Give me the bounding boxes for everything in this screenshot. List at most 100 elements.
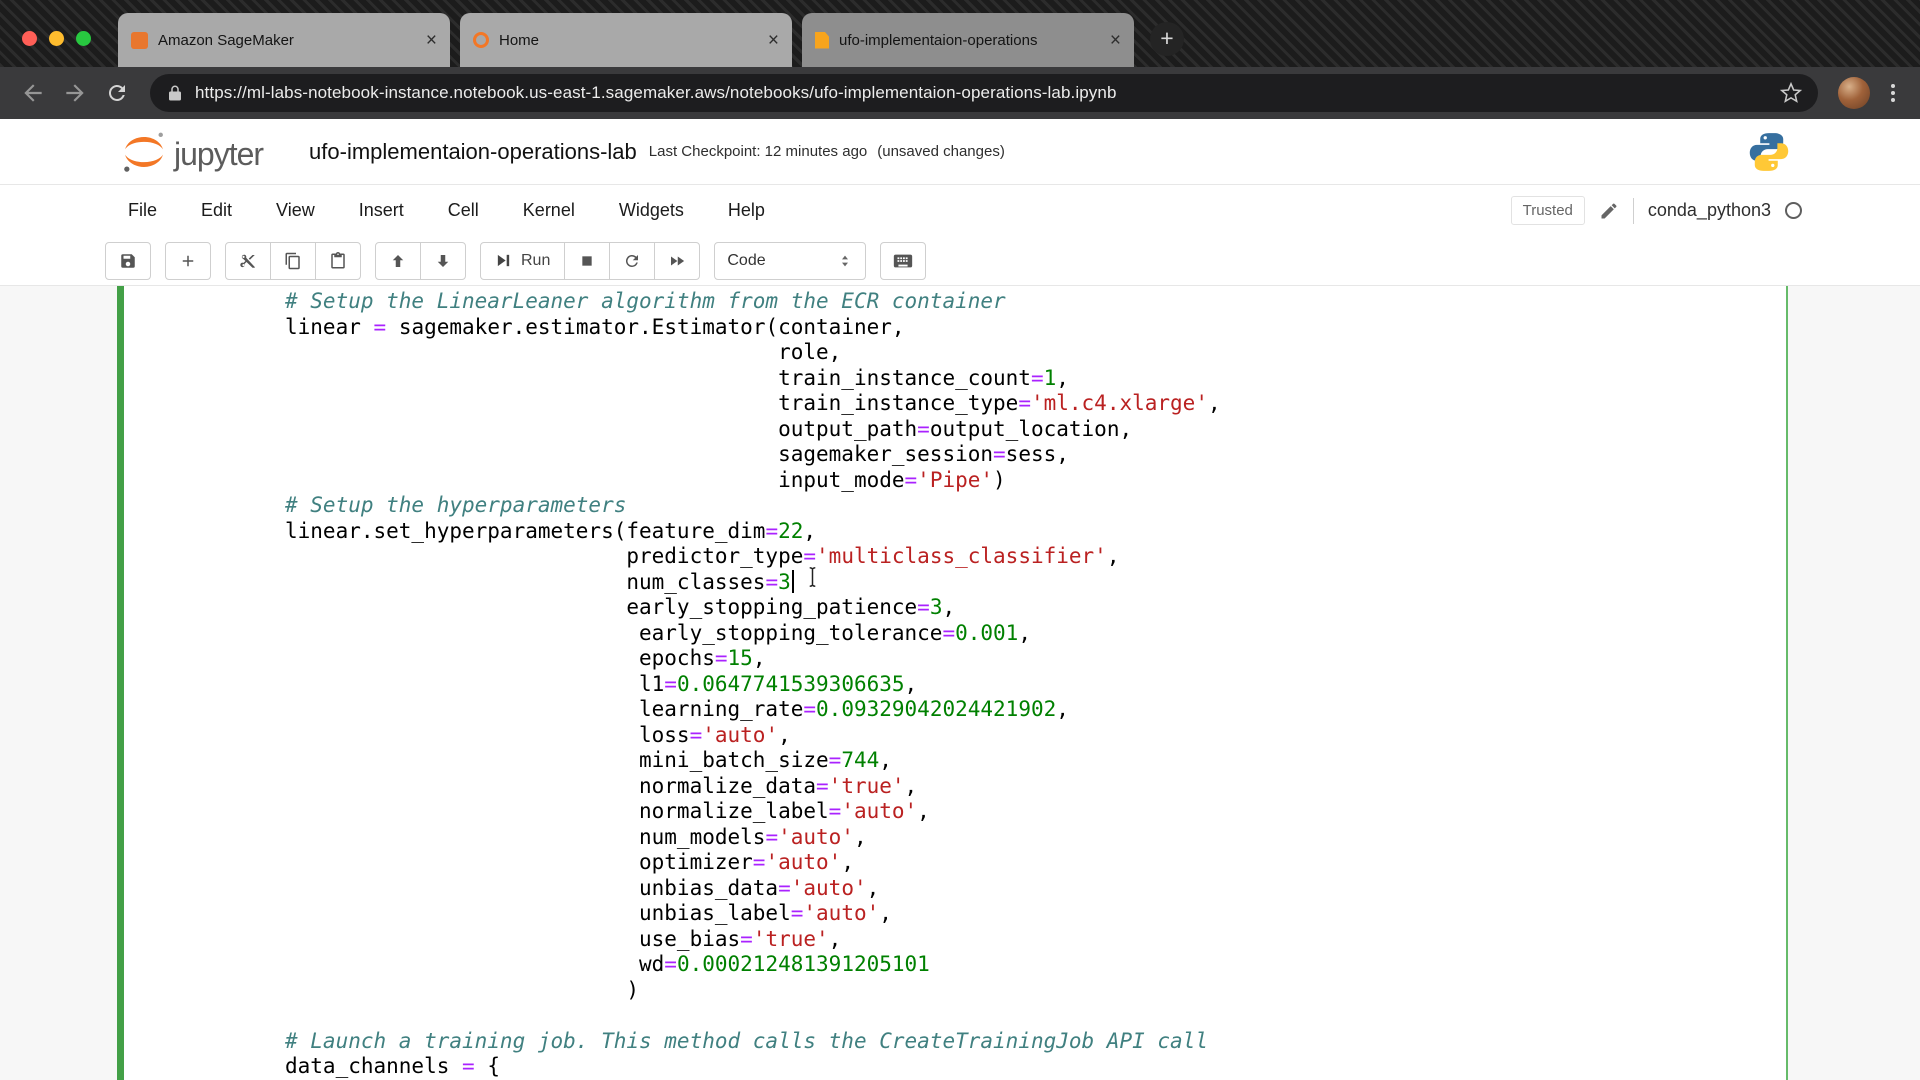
- unsaved-changes-status: (unsaved changes): [877, 143, 1005, 160]
- code-editor[interactable]: # Setup the LinearLeaner algorithm from …: [285, 289, 1776, 1080]
- code-line[interactable]: # Setup the LinearLeaner algorithm from …: [285, 289, 1776, 315]
- tab-list: Amazon SageMaker×Home×ufo-implementaion-…: [118, 13, 1134, 67]
- jupyter-logo[interactable]: jupyter: [122, 130, 263, 174]
- run-cell-button[interactable]: Run: [480, 242, 565, 280]
- cut-cell-button[interactable]: [225, 242, 271, 280]
- menu-insert[interactable]: Insert: [359, 200, 404, 221]
- tab-title: Amazon SageMaker: [158, 32, 416, 49]
- code-line[interactable]: train_instance_count=1,: [285, 366, 1776, 392]
- restart-kernel-button[interactable]: [609, 242, 655, 280]
- browser-tab-sagemaker[interactable]: Amazon SageMaker ×: [118, 13, 450, 67]
- command-palette-button[interactable]: [880, 242, 926, 280]
- menu-kernel[interactable]: Kernel: [523, 200, 575, 221]
- notebook-menubar: FileEditViewInsertCellKernelWidgetsHelp …: [0, 184, 1920, 236]
- move-cell-down-button[interactable]: [420, 242, 466, 280]
- copy-cell-button[interactable]: [270, 242, 316, 280]
- save-icon: [119, 252, 137, 270]
- cell-type-dropdown[interactable]: Code: [714, 242, 866, 280]
- code-line[interactable]: linear = sagemaker.estimator.Estimator(c…: [285, 315, 1776, 341]
- code-line[interactable]: normalize_label='auto',: [285, 799, 1776, 825]
- insert-cell-button[interactable]: [165, 242, 211, 280]
- code-line[interactable]: early_stopping_patience=3,: [285, 595, 1776, 621]
- code-line[interactable]: l1=0.0647741539306635,: [285, 672, 1776, 698]
- code-line[interactable]: loss='auto',: [285, 723, 1776, 749]
- code-line[interactable]: num_classes=3: [285, 570, 1776, 596]
- forward-arrow-icon: [62, 80, 88, 106]
- trusted-badge[interactable]: Trusted: [1511, 196, 1585, 225]
- step-forward-icon: [495, 252, 512, 269]
- copy-icon: [284, 252, 302, 270]
- code-line[interactable]: optimizer='auto',: [285, 850, 1776, 876]
- browser-tab-notebook[interactable]: ufo-implementaion-operations×: [802, 13, 1134, 67]
- menu-help[interactable]: Help: [728, 200, 765, 221]
- code-line[interactable]: output_path=output_location,: [285, 417, 1776, 443]
- browser-toolbar: https://ml-labs-notebook-instance.notebo…: [0, 67, 1920, 119]
- select-arrows-icon: [837, 253, 853, 269]
- code-line[interactable]: role,: [285, 340, 1776, 366]
- scissors-icon: [239, 252, 257, 270]
- code-line[interactable]: data_channels = {: [285, 1054, 1776, 1080]
- menu-widgets[interactable]: Widgets: [619, 200, 684, 221]
- browser-tab-jupyter[interactable]: Home×: [460, 13, 792, 67]
- close-window-button[interactable]: [22, 31, 37, 46]
- menu-view[interactable]: View: [276, 200, 315, 221]
- code-line[interactable]: unbias_data='auto',: [285, 876, 1776, 902]
- code-line[interactable]: normalize_data='true',: [285, 774, 1776, 800]
- code-line[interactable]: predictor_type='multiclass_classifier',: [285, 544, 1776, 570]
- code-cell[interactable]: # Setup the LinearLeaner algorithm from …: [117, 286, 1788, 1080]
- code-line[interactable]: mini_batch_size=744,: [285, 748, 1776, 774]
- back-arrow-icon: [20, 80, 46, 106]
- code-line[interactable]: linear.set_hyperparameters(feature_dim=2…: [285, 519, 1776, 545]
- reload-button[interactable]: [98, 74, 136, 112]
- tab-close-icon[interactable]: ×: [1110, 31, 1121, 50]
- code-line[interactable]: train_instance_type='ml.c4.xlarge',: [285, 391, 1776, 417]
- menu-file[interactable]: File: [128, 200, 157, 221]
- address-bar[interactable]: https://ml-labs-notebook-instance.notebo…: [150, 74, 1818, 112]
- code-line[interactable]: # Launch a training job. This method cal…: [285, 1029, 1776, 1055]
- code-line[interactable]: learning_rate=0.09329042024421902,: [285, 697, 1776, 723]
- kernel-idle-icon: [1785, 202, 1802, 219]
- code-line[interactable]: [285, 1003, 1776, 1029]
- code-line[interactable]: ): [285, 978, 1776, 1004]
- notebook-title[interactable]: ufo-implementaion-operations-lab: [309, 139, 637, 165]
- notebook-toolbar: Run Code: [0, 236, 1920, 286]
- zoom-window-button[interactable]: [76, 31, 91, 46]
- back-button[interactable]: [14, 74, 52, 112]
- code-line[interactable]: # Setup the hyperparameters: [285, 493, 1776, 519]
- code-line[interactable]: epochs=15,: [285, 646, 1776, 672]
- checkpoint-status: Last Checkpoint: 12 minutes ago: [649, 143, 867, 160]
- code-line[interactable]: sagemaker_session=sess,: [285, 442, 1776, 468]
- run-label: Run: [521, 252, 550, 270]
- minimize-window-button[interactable]: [49, 31, 64, 46]
- menu-cell[interactable]: Cell: [448, 200, 479, 221]
- code-line[interactable]: num_models='auto',: [285, 825, 1776, 851]
- text-caret: [792, 570, 794, 593]
- save-button[interactable]: [105, 242, 151, 280]
- new-tab-button[interactable]: +: [1150, 22, 1184, 56]
- code-line[interactable]: input_mode='Pipe'): [285, 468, 1776, 494]
- arrow-down-icon: [434, 252, 452, 270]
- paste-cell-button[interactable]: [315, 242, 361, 280]
- edit-pencil-icon[interactable]: [1599, 201, 1619, 221]
- tab-close-icon[interactable]: ×: [768, 31, 779, 50]
- stop-icon: [579, 253, 595, 269]
- tab-close-icon[interactable]: ×: [426, 31, 437, 50]
- code-line[interactable]: unbias_label='auto',: [285, 901, 1776, 927]
- code-line[interactable]: wd=0.000212481391205101: [285, 952, 1776, 978]
- restart-run-all-button[interactable]: [654, 242, 700, 280]
- menu-edit[interactable]: Edit: [201, 200, 232, 221]
- arrow-up-icon: [389, 252, 407, 270]
- browser-window: Amazon SageMaker×Home×ufo-implementaion-…: [0, 0, 1920, 1080]
- kernel-name: conda_python3: [1648, 200, 1771, 221]
- profile-avatar[interactable]: [1838, 77, 1870, 109]
- code-line[interactable]: use_bias='true',: [285, 927, 1776, 953]
- forward-button[interactable]: [56, 74, 94, 112]
- browser-menu-icon[interactable]: [1880, 80, 1906, 106]
- code-line[interactable]: early_stopping_tolerance=0.001,: [285, 621, 1776, 647]
- window-controls: [22, 31, 91, 46]
- jupyter-logo-icon: [122, 130, 166, 174]
- bookmark-star-icon[interactable]: [1780, 82, 1802, 104]
- interrupt-kernel-button[interactable]: [564, 242, 610, 280]
- move-cell-up-button[interactable]: [375, 242, 421, 280]
- reload-icon: [105, 81, 129, 105]
